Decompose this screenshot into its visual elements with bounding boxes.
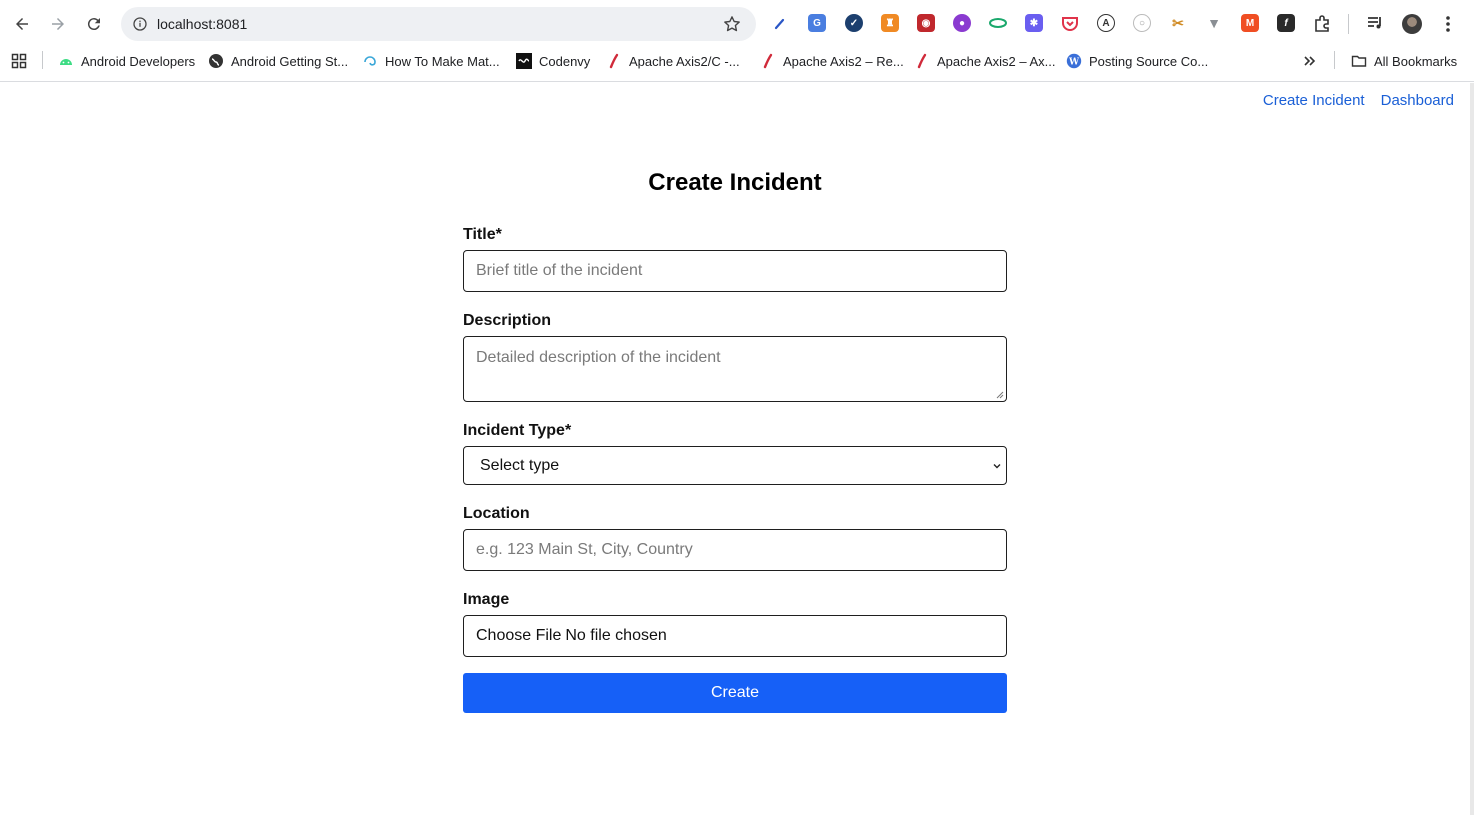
title-input[interactable]: Brief title of the incident	[463, 250, 1007, 292]
choose-file-button[interactable]: Choose File	[476, 627, 561, 645]
bookmark-android-getting-started[interactable]: Android Getting St...	[208, 51, 348, 71]
incident-type-label: Incident Type*	[463, 422, 572, 439]
back-arrow-icon	[16, 18, 28, 30]
bookmark-how-to-make[interactable]: How To Make Mat...	[362, 51, 500, 71]
gear-extension-icon[interactable]: ✱	[1025, 14, 1043, 32]
description-placeholder: Detailed description of the incident	[476, 349, 721, 366]
pocket-extension-icon[interactable]	[1061, 14, 1079, 32]
bookmark-apache-axis2c[interactable]: Apache Axis2/C -...	[606, 51, 740, 71]
incident-type-selected: Select type	[480, 456, 560, 474]
reload-button[interactable]	[82, 12, 106, 36]
bookmark-label: Posting Source Co...	[1089, 53, 1209, 69]
page-title: Create Incident	[648, 169, 822, 196]
page-content: Create Incident Dashboard Create Inciden…	[0, 83, 1470, 815]
window-edge	[1470, 83, 1474, 815]
forward-button[interactable]	[46, 12, 70, 36]
puzzle-extensions-icon[interactable]	[1313, 14, 1331, 32]
browser-chrome: localhost:8081 G ✓ ♜ ◉ ● ✱ A ○ ✂ ▼ M f A…	[0, 0, 1474, 82]
reload-icon	[87, 18, 100, 31]
back-button[interactable]	[10, 12, 34, 36]
pen-extension-icon[interactable]	[771, 14, 789, 32]
bookmarks-bar: Android Developers Android Getting St...…	[0, 48, 1474, 74]
bookmark-star-icon[interactable]	[722, 14, 742, 34]
svg-text:W: W	[1068, 58, 1080, 68]
wordpress-icon: W	[1066, 53, 1082, 69]
description-label: Description	[463, 312, 552, 329]
bookmark-label: Apache Axis2 – Re...	[783, 53, 904, 69]
location-input[interactable]: e.g. 123 Main St, City, Country	[463, 529, 1007, 571]
bookmark-posting-source[interactable]: W Posting Source Co...	[1066, 51, 1208, 71]
m-extension-icon[interactable]: M	[1241, 14, 1259, 32]
v-extension-icon[interactable]: ▼	[1205, 14, 1223, 32]
red-extension-icon[interactable]: ◉	[917, 14, 935, 32]
title-label: Title*	[463, 226, 502, 243]
description-textarea[interactable]: Detailed description of the incident	[463, 336, 1007, 402]
color-picker-extension-icon[interactable]: ●	[953, 14, 971, 32]
top-nav: Create Incident Dashboard	[1263, 92, 1454, 109]
file-status-text: No file chosen	[565, 627, 667, 644]
incident-type-select[interactable]: Select type	[463, 446, 1007, 485]
feather-icon	[914, 53, 930, 69]
bookmark-codenvy[interactable]: Codenvy	[516, 51, 590, 71]
check-extension-icon[interactable]: ✓	[845, 14, 863, 32]
all-bookmarks-button[interactable]: All Bookmarks	[1351, 51, 1457, 71]
location-placeholder: e.g. 123 Main St, City, Country	[476, 541, 693, 558]
toolbar-divider	[1348, 14, 1349, 34]
leaf-extension-icon[interactable]	[989, 14, 1007, 32]
nav-create-incident-link[interactable]: Create Incident	[1263, 92, 1365, 109]
forward-arrow-icon	[52, 18, 64, 30]
bookmark-label: Android Developers	[81, 53, 196, 69]
feather-icon	[760, 53, 776, 69]
tools-extension-icon[interactable]: ✂	[1169, 14, 1187, 32]
bookmarks-overflow-icon[interactable]	[1302, 51, 1318, 71]
codenvy-icon	[516, 53, 532, 69]
image-file-input[interactable]: Choose File No file chosen	[463, 615, 1007, 657]
circle-extension-icon[interactable]: ○	[1133, 14, 1151, 32]
f-extension-icon[interactable]: f	[1277, 14, 1295, 32]
create-button[interactable]: Create	[463, 673, 1007, 713]
image-label: Image	[463, 591, 510, 608]
swirl-icon	[362, 53, 378, 69]
bookmark-label: Codenvy	[539, 53, 591, 69]
profile-avatar[interactable]	[1402, 14, 1422, 34]
bookmark-label: Android Getting St...	[231, 53, 349, 69]
folder-icon	[1351, 53, 1367, 69]
url-text: localhost:8081	[157, 16, 248, 32]
apps-grid-icon[interactable]	[11, 51, 27, 71]
bookmark-label: Apache Axis2 – Ax...	[937, 53, 1056, 69]
android-icon	[58, 53, 74, 69]
chevron-down-icon	[993, 464, 1001, 469]
resize-grip-icon[interactable]	[996, 391, 1004, 399]
bookmarks-divider	[42, 51, 43, 69]
translate-extension-icon[interactable]: G	[808, 14, 826, 32]
location-label: Location	[463, 505, 530, 522]
globe-icon	[208, 53, 224, 69]
title-placeholder: Brief title of the incident	[476, 262, 643, 279]
media-controls-icon[interactable]	[1366, 14, 1384, 32]
nav-dashboard-link[interactable]: Dashboard	[1381, 92, 1454, 109]
a-extension-icon[interactable]: A	[1097, 14, 1115, 32]
bookmark-apache-axis2-ax[interactable]: Apache Axis2 – Ax...	[914, 51, 1056, 71]
feather-icon	[606, 53, 622, 69]
site-info-icon[interactable]	[129, 13, 151, 35]
address-bar[interactable]: localhost:8081	[121, 7, 756, 41]
bookmark-label: Apache Axis2/C -...	[629, 53, 740, 69]
bookmark-android-developers[interactable]: Android Developers	[58, 51, 195, 71]
chess-extension-icon[interactable]: ♜	[881, 14, 899, 32]
more-menu-icon[interactable]	[1440, 14, 1456, 34]
all-bookmarks-label: All Bookmarks	[1374, 53, 1458, 69]
bookmarks-divider	[1334, 51, 1335, 69]
bookmark-label: How To Make Mat...	[385, 53, 500, 69]
bookmark-apache-axis2-re[interactable]: Apache Axis2 – Re...	[760, 51, 904, 71]
